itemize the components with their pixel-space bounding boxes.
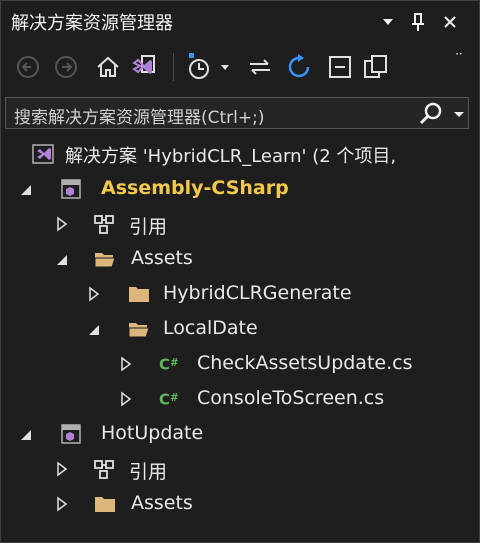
- toolbar-overflow-button[interactable]: ᐧᐧ: [455, 47, 462, 63]
- tree-item-label: Assets: [131, 492, 193, 514]
- references-icon: [94, 460, 114, 479]
- toolbar-separator: [173, 53, 174, 81]
- svg-text:C: C: [159, 392, 170, 409]
- tree-item-label: Assembly-CSharp: [101, 177, 289, 199]
- pin-button[interactable]: [407, 10, 429, 34]
- pin-icon: [412, 13, 424, 31]
- open-folder-icon: [128, 323, 150, 338]
- sync-arrows-icon: [250, 59, 270, 75]
- search-icon[interactable]: [418, 101, 444, 127]
- clock-filter-icon: [189, 53, 209, 79]
- collapsed-arrow-icon[interactable]: [87, 286, 101, 302]
- expanded-arrow-icon[interactable]: [19, 426, 33, 442]
- collapse-all-button[interactable]: [325, 51, 355, 83]
- tree-item-label: ConsoleToScreen.cs: [197, 387, 385, 409]
- home-icon: [97, 56, 119, 77]
- filter-dropdown-button[interactable]: [217, 51, 233, 83]
- svg-text:#: #: [170, 358, 179, 369]
- solution-explorer-panel: 解决方案资源管理器 ᐧᐧ 搜索解决方案资源管理器(Ctrl+;) 解决方案 'H…: [0, 0, 480, 543]
- search-input[interactable]: 搜索解决方案资源管理器(Ctrl+;): [14, 103, 264, 128]
- collapsed-arrow-icon[interactable]: [119, 356, 133, 372]
- tree-item-references[interactable]: 引用: [1, 452, 479, 487]
- folder-icon: [129, 287, 149, 302]
- csharp-file-icon: C #: [159, 357, 179, 374]
- expanded-arrow-icon[interactable]: [19, 181, 33, 197]
- tree-item-label: 引用: [129, 461, 168, 483]
- expanded-arrow-icon[interactable]: [55, 251, 69, 267]
- solution-icon: [32, 144, 54, 164]
- chevron-down-icon: [383, 19, 393, 25]
- tree-item-localdate[interactable]: LocalDate: [1, 312, 479, 347]
- csharp-file-icon: C #: [159, 392, 179, 409]
- tree-item-label: 解决方案 'HybridCLR_Learn' (2 个项目,: [65, 146, 397, 167]
- tree-item-solution[interactable]: 解决方案 'HybridCLR_Learn' (2 个项目,: [1, 137, 479, 172]
- sync-with-active-document-button[interactable]: [245, 51, 275, 83]
- back-button[interactable]: [13, 51, 43, 83]
- close-button[interactable]: [439, 10, 461, 34]
- collapsed-arrow-icon[interactable]: [119, 391, 133, 407]
- tree-item-label: HybridCLRGenerate: [163, 282, 352, 304]
- tree-item-label: 引用: [129, 216, 168, 238]
- tree-item-label: HotUpdate: [101, 422, 204, 444]
- collapsed-arrow-icon[interactable]: [55, 216, 69, 232]
- tree-item-project-hotupdate[interactable]: HotUpdate: [1, 417, 479, 452]
- tree-item-label: LocalDate: [163, 317, 258, 339]
- open-folder-icon: [94, 253, 116, 268]
- collapsed-arrow-icon[interactable]: [55, 496, 69, 512]
- tree-item-project-assembly-csharp[interactable]: Assembly-CSharp: [1, 172, 479, 207]
- tree-item-assets[interactable]: Assets: [1, 242, 479, 277]
- title-bar: 解决方案资源管理器: [1, 1, 479, 43]
- expanded-arrow-icon[interactable]: [87, 321, 101, 337]
- svg-text:C: C: [159, 357, 170, 374]
- tree-item-label: Assets: [131, 247, 193, 269]
- home-button[interactable]: [93, 51, 123, 83]
- chevron-down-icon[interactable]: [452, 104, 466, 124]
- switch-views-icon: [132, 55, 155, 74]
- svg-text:#: #: [170, 393, 179, 404]
- tree-item-assets[interactable]: Assets: [1, 487, 479, 522]
- switch-views-button[interactable]: [129, 51, 159, 83]
- csharp-project-icon: [61, 424, 81, 444]
- window-position-dropdown-button[interactable]: [377, 10, 399, 34]
- collapsed-arrow-icon[interactable]: [55, 461, 69, 477]
- references-icon: [94, 215, 114, 234]
- panel-title: 解决方案资源管理器: [11, 13, 173, 34]
- search-box[interactable]: 搜索解决方案资源管理器(Ctrl+;): [5, 97, 469, 129]
- pending-changes-filter-button[interactable]: [185, 51, 215, 83]
- forward-button[interactable]: [51, 51, 81, 83]
- toolbar: ᐧᐧ: [1, 45, 479, 89]
- solution-tree: 解决方案 'HybridCLR_Learn' (2 个项目, Assembly-…: [1, 137, 479, 537]
- csharp-project-icon: [61, 179, 81, 199]
- tree-item-file-checkassetsupdate[interactable]: C # CheckAssetsUpdate.cs: [1, 347, 479, 382]
- tree-item-hybridclr-generate[interactable]: HybridCLRGenerate: [1, 277, 479, 312]
- refresh-button[interactable]: [285, 51, 315, 83]
- chevron-down-icon: [221, 65, 229, 70]
- copy-files-icon: [364, 55, 387, 78]
- arrow-left-circle-icon: [17, 56, 39, 78]
- tree-item-file-consoletoscreen[interactable]: C # ConsoleToScreen.cs: [1, 382, 479, 417]
- refresh-icon: [288, 54, 310, 78]
- show-all-files-button[interactable]: [361, 51, 391, 83]
- tree-item-label: CheckAssetsUpdate.cs: [197, 352, 413, 374]
- folder-icon: [95, 497, 115, 512]
- arrow-right-circle-icon: [55, 56, 77, 78]
- close-icon: [444, 16, 456, 28]
- tree-item-references[interactable]: 引用: [1, 207, 479, 242]
- collapse-all-icon: [329, 56, 351, 78]
